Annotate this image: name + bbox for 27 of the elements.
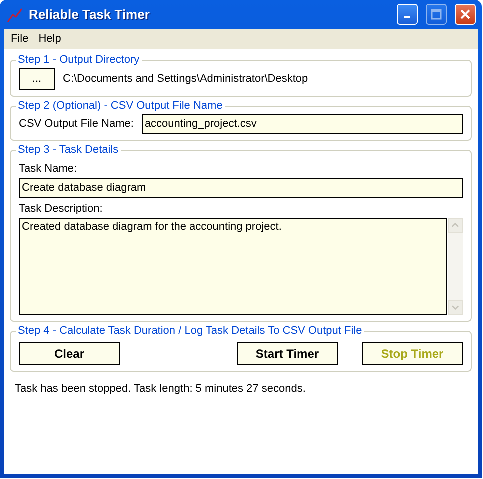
task-description-field[interactable]: Created database diagram for the accounting project.: [19, 218, 447, 315]
field-label: Task Description:: [19, 203, 104, 215]
scroll-down-icon[interactable]: [448, 300, 463, 315]
close-button[interactable]: [455, 4, 476, 25]
close-icon: [460, 9, 471, 20]
clear-button[interactable]: Clear: [19, 342, 120, 365]
group-title: Step 2 (Optional) - CSV Output File Name: [17, 100, 224, 112]
browse-button[interactable]: ...: [19, 68, 55, 90]
scroll-up-icon[interactable]: [448, 218, 463, 233]
status-message: Task has been stopped. Task length: 5 minutes 27 seconds.: [15, 383, 307, 395]
directory-path: C:\Documents and Settings\Administrator\Desktop: [63, 73, 308, 85]
file-name-field[interactable]: accounting_project.csv: [142, 114, 463, 134]
task-name-field[interactable]: Create database diagram: [19, 178, 463, 198]
field-label: Task Name:: [19, 163, 78, 175]
window-title: Reliable Task Timer: [29, 7, 151, 22]
group-title: Step 1 - Output Directory: [17, 54, 141, 66]
maximize-icon: [431, 9, 442, 20]
menu-item[interactable]: Help: [34, 33, 66, 45]
menu-item[interactable]: File: [6, 33, 34, 45]
start-timer-button[interactable]: Start Timer: [237, 342, 338, 365]
scrollbar[interactable]: [448, 218, 463, 315]
field-label: CSV Output File Name:: [19, 118, 134, 130]
group-title: Step 3 - Task Details: [17, 144, 120, 156]
minimize-button[interactable]: [397, 4, 418, 25]
group-title: Step 4 - Calculate Task Duration / Log Task Details To CSV Output File: [17, 325, 364, 337]
maximize-button[interactable]: [426, 4, 447, 25]
app-icon: [7, 6, 23, 22]
